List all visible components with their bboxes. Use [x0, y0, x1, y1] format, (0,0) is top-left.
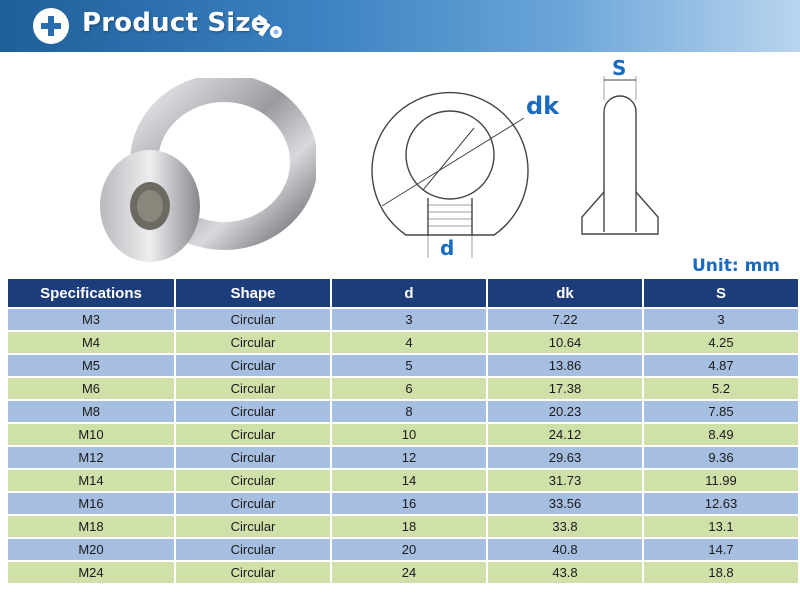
table-row: M3 Circular 3 7.22 3	[8, 309, 798, 330]
spec-cell: M14	[8, 470, 174, 491]
d-cell: 5	[332, 355, 486, 376]
spec-cell: M6	[8, 378, 174, 399]
s-cell: 11.99	[644, 470, 798, 491]
dk-cell: 7.22	[488, 309, 642, 330]
plus-icon	[33, 8, 69, 44]
spec-cell: M24	[8, 562, 174, 583]
shape-cell: Circular	[176, 447, 330, 468]
table-row: M24 Circular 24 43.8 18.8	[8, 562, 798, 583]
d-cell: 8	[332, 401, 486, 422]
shape-cell: Circular	[176, 355, 330, 376]
table-row: M20 Circular 20 40.8 14.7	[8, 539, 798, 560]
table-row: M4 Circular 4 10.64 4.25	[8, 332, 798, 353]
d-cell: 4	[332, 332, 486, 353]
table-row: M10 Circular 10 24.12 8.49	[8, 424, 798, 445]
spec-cell: M4	[8, 332, 174, 353]
shape-cell: Circular	[176, 401, 330, 422]
shape-cell: Circular	[176, 539, 330, 560]
dk-cell: 40.8	[488, 539, 642, 560]
shape-cell: Circular	[176, 516, 330, 537]
bolt-nut-icon	[256, 14, 282, 38]
product-photo	[100, 78, 316, 262]
spec-cell: M5	[8, 355, 174, 376]
d-cell: 12	[332, 447, 486, 468]
d-cell: 3	[332, 309, 486, 330]
s-cell: 9.36	[644, 447, 798, 468]
d-cell: 24	[332, 562, 486, 583]
specification-table: Specifications Shape d dk S M3 Circular 3 7…	[6, 277, 800, 585]
dk-cell: 43.8	[488, 562, 642, 583]
dk-cell: 24.12	[488, 424, 642, 445]
s-cell: 13.1	[644, 516, 798, 537]
unit-label: Unit: mm	[692, 256, 781, 276]
table-body: M3 Circular 3 7.22 3 M4 Circular 4 10.64 4.25 M5 Ci…	[8, 309, 798, 583]
dk-cell: 17.38	[488, 378, 642, 399]
shape-cell: Circular	[176, 309, 330, 330]
d-cell: 6	[332, 378, 486, 399]
s-cell: 8.49	[644, 424, 798, 445]
shape-cell: Circular	[176, 378, 330, 399]
shape-cell: Circular	[176, 493, 330, 514]
dk-cell: 10.64	[488, 332, 642, 353]
d-cell: 16	[332, 493, 486, 514]
table-row: M16 Circular 16 33.56 12.63	[8, 493, 798, 514]
dk-cell: 33.8	[488, 516, 642, 537]
shape-cell: Circular	[176, 424, 330, 445]
header-banner: Product Size	[0, 0, 800, 52]
spec-cell: M12	[8, 447, 174, 468]
spec-cell: M10	[8, 424, 174, 445]
side-view-diagram	[581, 76, 659, 235]
column-header-d: d	[332, 279, 486, 307]
table-row: M12 Circular 12 29.63 9.36	[8, 447, 798, 468]
column-header-shape: Shape	[176, 279, 330, 307]
table-row: M18 Circular 18 33.8 13.1	[8, 516, 798, 537]
d-cell: 14	[332, 470, 486, 491]
s-cell: 4.25	[644, 332, 798, 353]
dimension-label-s: S	[612, 56, 627, 80]
s-cell: 7.85	[644, 401, 798, 422]
spec-cell: M8	[8, 401, 174, 422]
dk-cell: 13.86	[488, 355, 642, 376]
s-cell: 3	[644, 309, 798, 330]
s-cell: 12.63	[644, 493, 798, 514]
front-view-diagram	[371, 91, 529, 258]
spec-cell: M3	[8, 309, 174, 330]
d-cell: 18	[332, 516, 486, 537]
d-cell: 20	[332, 539, 486, 560]
s-cell: 14.7	[644, 539, 798, 560]
d-cell: 10	[332, 424, 486, 445]
spec-cell: M16	[8, 493, 174, 514]
column-header-specifications: Specifications	[8, 279, 174, 307]
spec-cell: M18	[8, 516, 174, 537]
spec-cell: M20	[8, 539, 174, 560]
s-cell: 4.87	[644, 355, 798, 376]
column-header-s: S	[644, 279, 798, 307]
table-row: M6 Circular 6 17.38 5.2	[8, 378, 798, 399]
shape-cell: Circular	[176, 562, 330, 583]
table-row: M8 Circular 8 20.23 7.85	[8, 401, 798, 422]
table-row: M5 Circular 5 13.86 4.87	[8, 355, 798, 376]
dk-cell: 20.23	[488, 401, 642, 422]
table-header-row: Specifications Shape d dk S	[8, 279, 798, 307]
table-row: M14 Circular 14 31.73 11.99	[8, 470, 798, 491]
dk-cell: 29.63	[488, 447, 642, 468]
s-cell: 5.2	[644, 378, 798, 399]
dk-cell: 31.73	[488, 470, 642, 491]
s-cell: 18.8	[644, 562, 798, 583]
shape-cell: Circular	[176, 470, 330, 491]
column-header-dk: dk	[488, 279, 642, 307]
shape-cell: Circular	[176, 332, 330, 353]
dk-cell: 33.56	[488, 493, 642, 514]
dimension-label-d: d	[440, 236, 455, 260]
dimension-label-dk: dk	[526, 92, 560, 120]
page-title: Product Size	[82, 8, 269, 38]
